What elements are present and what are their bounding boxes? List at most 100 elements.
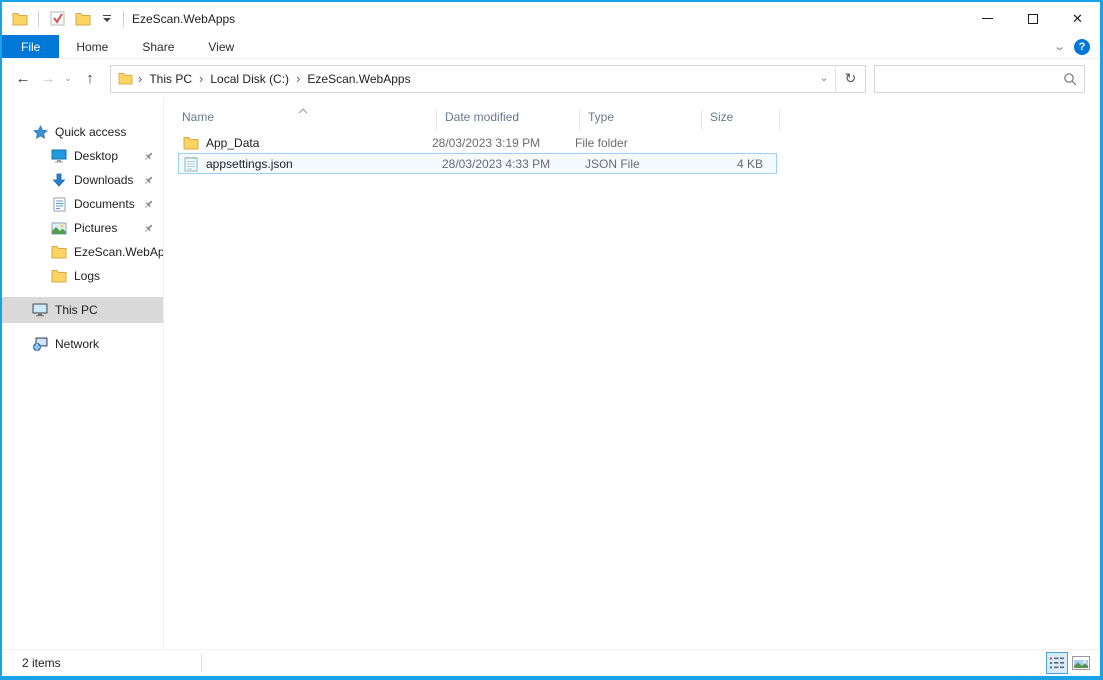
folder-icon: [183, 135, 199, 151]
address-bar[interactable]: › This PC › Local Disk (C:) › EzeScan.We…: [110, 65, 866, 93]
qat-separator: [38, 11, 39, 27]
recent-locations-chevron-icon[interactable]: ⌄: [60, 66, 76, 92]
sidebar-item-quick-access[interactable]: Quick access: [2, 120, 163, 144]
caption-buttons: ✕: [965, 2, 1100, 35]
downloads-icon: [51, 172, 67, 188]
column-header-type[interactable]: Type: [580, 110, 702, 130]
breadcrumb-current-folder[interactable]: EzeScan.WebApps: [305, 72, 412, 86]
file-name-cell: appsettings.json: [179, 156, 434, 172]
forward-button[interactable]: →: [36, 66, 60, 92]
window-title: EzeScan.WebApps: [132, 12, 235, 26]
sidebar-item-label: Network: [55, 337, 99, 351]
properties-check-icon[interactable]: [47, 9, 67, 29]
sidebar-item-label: Logs: [74, 269, 100, 283]
details-view-icon: [1049, 656, 1065, 670]
sidebar-item-label: This PC: [55, 303, 98, 317]
file-row-appsettings-json[interactable]: appsettings.json 28/03/2023 4:33 PM JSON…: [178, 153, 777, 174]
sidebar-item-label: EzeScan.WebApps: [74, 245, 164, 259]
sidebar-item-ezescan-webapps[interactable]: EzeScan.WebApps: [2, 240, 163, 264]
close-icon: ✕: [1072, 12, 1083, 25]
file-name-cell: App_Data: [165, 135, 424, 151]
status-separator: [201, 654, 202, 672]
quick-access-toolbar: [2, 9, 126, 29]
sidebar-item-desktop[interactable]: Desktop: [2, 144, 163, 168]
json-file-icon: [183, 156, 199, 172]
sidebar-item-label: Desktop: [74, 149, 118, 163]
address-dropdown-chevron-icon[interactable]: ⌄: [813, 66, 835, 92]
ribbon-tab-bar: File Home Share View ⌄ ?: [2, 35, 1100, 59]
minimize-button[interactable]: [965, 2, 1010, 35]
sidebar-spacer: [2, 288, 163, 297]
close-button[interactable]: ✕: [1055, 2, 1100, 35]
folder-icon: [51, 268, 67, 284]
sidebar-item-label: Pictures: [74, 221, 117, 235]
sidebar-item-label: Documents: [74, 197, 135, 211]
explorer-folder-icon[interactable]: [10, 9, 30, 29]
pin-icon: [143, 223, 154, 234]
column-header-date-modified[interactable]: Date modified: [437, 110, 580, 130]
up-button[interactable]: ↑: [76, 66, 104, 92]
sidebar-item-downloads[interactable]: Downloads: [2, 168, 163, 192]
main-area: Quick access Desktop Downloads: [2, 98, 1100, 649]
breadcrumb-chevron-icon[interactable]: ›: [296, 71, 300, 86]
folder-icon: [51, 244, 67, 260]
type-cell: JSON File: [577, 157, 699, 171]
sidebar-item-logs[interactable]: Logs: [2, 264, 163, 288]
pin-icon: [143, 175, 154, 186]
pin-icon: [143, 151, 154, 162]
file-name: App_Data: [206, 136, 259, 150]
sidebar-item-network[interactable]: Network: [2, 332, 163, 356]
date-modified-cell: 28/03/2023 4:33 PM: [434, 157, 577, 171]
breadcrumb-this-pc[interactable]: This PC: [147, 72, 194, 86]
sidebar-item-label: Downloads: [74, 173, 133, 187]
tab-file[interactable]: File: [2, 35, 59, 58]
help-icon[interactable]: ?: [1074, 39, 1090, 55]
status-bar: 2 items: [2, 649, 1100, 676]
breadcrumb-chevron-icon[interactable]: ›: [138, 71, 142, 86]
sort-ascending-caret-icon: [298, 103, 308, 117]
tab-share[interactable]: Share: [125, 35, 191, 58]
qat-separator: [123, 11, 124, 27]
column-headers: Name Date modified Type Size: [164, 102, 1100, 130]
customize-quick-access-chevron[interactable]: [99, 15, 115, 22]
new-folder-icon[interactable]: [73, 9, 93, 29]
tab-home[interactable]: Home: [59, 35, 125, 58]
file-rows: App_Data 28/03/2023 3:19 PM File folder …: [164, 132, 1100, 174]
quick-access-star-icon: [32, 124, 48, 140]
this-pc-icon: [32, 302, 48, 318]
search-input[interactable]: [875, 66, 1056, 92]
refresh-icon[interactable]: ↻: [835, 66, 865, 92]
file-list-area: Name Date modified Type Size App_Data 28…: [164, 98, 1100, 649]
search-box: [874, 65, 1085, 93]
search-icon[interactable]: [1056, 72, 1084, 86]
explorer-window: EzeScan.WebApps ✕ File Home Share View ⌄…: [0, 0, 1103, 680]
expand-ribbon-chevron-icon[interactable]: ⌄: [1053, 40, 1066, 53]
navigation-toolbar: ← → ⌄ ↑ › This PC › Local Disk (C:) › Ez…: [2, 59, 1100, 98]
breadcrumb-chevron-icon[interactable]: ›: [199, 71, 203, 86]
maximize-button[interactable]: [1010, 2, 1055, 35]
date-modified-cell: 28/03/2023 3:19 PM: [424, 136, 567, 150]
breadcrumb-local-disk[interactable]: Local Disk (C:): [208, 72, 291, 86]
ribbon-right-controls: ⌄ ?: [1055, 35, 1100, 58]
sidebar-item-this-pc[interactable]: This PC: [2, 297, 163, 323]
view-buttons: [1046, 652, 1092, 674]
navigation-pane: Quick access Desktop Downloads: [2, 98, 164, 649]
title-bar: EzeScan.WebApps ✕: [2, 2, 1100, 35]
sidebar-item-documents[interactable]: Documents: [2, 192, 163, 216]
maximize-icon: [1028, 14, 1038, 24]
file-row-app-data[interactable]: App_Data 28/03/2023 3:19 PM File folder: [164, 132, 1100, 153]
sidebar-item-pictures[interactable]: Pictures: [2, 216, 163, 240]
type-cell: File folder: [567, 136, 689, 150]
address-folder-icon[interactable]: [117, 71, 133, 87]
details-view-button[interactable]: [1046, 652, 1068, 674]
size-cell: 4 KB: [699, 157, 773, 171]
network-icon: [32, 336, 48, 352]
thumbnails-view-button[interactable]: [1070, 652, 1092, 674]
tab-view[interactable]: View: [191, 35, 251, 58]
back-button[interactable]: ←: [10, 66, 36, 92]
thumbnails-view-icon: [1072, 656, 1090, 670]
desktop-icon: [51, 148, 67, 164]
file-name: appsettings.json: [206, 157, 293, 171]
items-count: 2 items: [22, 656, 61, 670]
column-header-size[interactable]: Size: [702, 110, 780, 130]
